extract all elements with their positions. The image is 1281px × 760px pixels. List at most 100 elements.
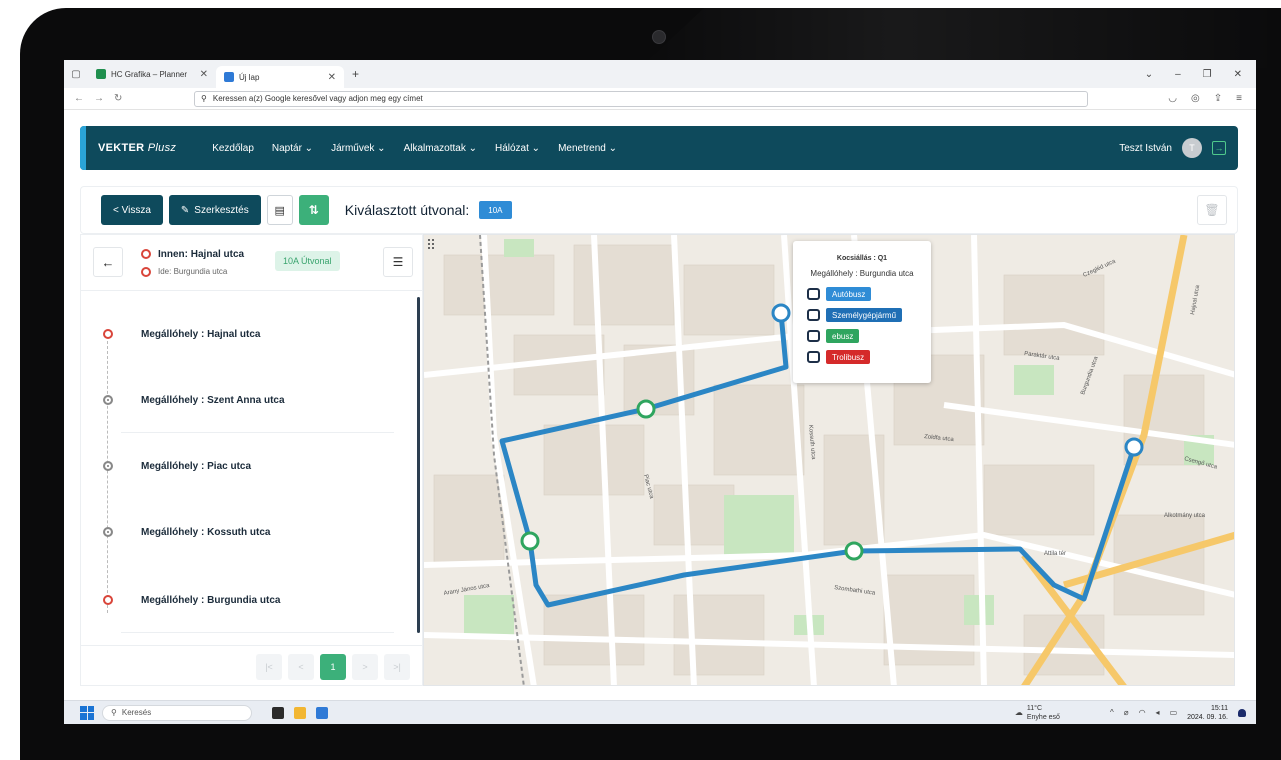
network-icon[interactable]: ⌀ — [1124, 708, 1129, 717]
chevron-down-icon[interactable]: ⌄ — [1145, 69, 1153, 80]
route-view-button[interactable]: ⇅ — [298, 195, 329, 225]
weather-desc: Enyhe eső — [1026, 713, 1060, 721]
delete-button[interactable]: 🗑 — [1197, 195, 1227, 225]
list-item[interactable]: Megállóhely : Piac utca — [81, 433, 406, 499]
close-icon[interactable]: ✕ — [200, 69, 208, 80]
route-map[interactable]: Piac utca Kossuth utca Paraktár utca Zol… — [423, 234, 1235, 686]
popup-title: Kocsiállás : Q1 — [836, 255, 888, 262]
screen: ▢ HC Grafika – Planner ✕ Új lap ✕ + ⌄ – … — [64, 60, 1256, 724]
user-area: Teszt István T → — [1119, 138, 1238, 158]
windows-start-icon[interactable] — [80, 705, 94, 720]
list-item[interactable]: Megállóhely : Burgundia utca — [81, 567, 406, 633]
stop-label: Megállóhely : Hajnal utca — [141, 328, 261, 340]
search-icon: ⚲ — [201, 94, 207, 103]
clock[interactable]: 15:11 2024. 09. 16. — [1187, 704, 1228, 722]
browser-tab-planner[interactable]: HC Grafika – Planner ✕ — [88, 63, 216, 85]
menu-item-timetable[interactable]: Menetrend ⌄ — [558, 143, 617, 154]
window-controls: ⌄ – ❐ ✕ — [1145, 69, 1256, 80]
back-button[interactable]: < Vissza — [101, 195, 163, 225]
arrow-left-icon: ← — [101, 254, 115, 270]
stop-marker-icon — [103, 395, 113, 405]
stop-list-scrollbar[interactable] — [417, 297, 420, 633]
battery-icon[interactable]: ▭ — [1170, 708, 1178, 717]
logo-bold: VEKTER — [98, 142, 145, 154]
filter-button[interactable]: ☰ — [383, 247, 413, 277]
weather-widget[interactable]: ☁ 11°C Enyhe eső — [1015, 704, 1060, 722]
street-label: Attila tér — [1044, 551, 1066, 557]
stand-popup: Kocsiállás : Q1 Megállóhely : Burgundia … — [793, 241, 931, 383]
stop-marker-icon — [103, 461, 113, 471]
pocket-icon[interactable]: ◡ — [1168, 93, 1177, 104]
list-item[interactable]: Megállóhely : Kossuth utca — [81, 499, 406, 565]
tab-list-icon[interactable]: ▢ — [64, 69, 88, 80]
wifi-icon[interactable]: ◠ — [1139, 708, 1146, 717]
trash-icon: 🗑 — [1204, 203, 1220, 217]
browser-tabbar: ▢ HC Grafika – Planner ✕ Új lap ✕ + ⌄ – … — [64, 60, 1256, 88]
hamburger-menu-icon[interactable]: ≡ — [1236, 93, 1242, 104]
logout-icon[interactable]: → — [1212, 141, 1226, 155]
menu-item-network[interactable]: Hálózat ⌄ — [495, 143, 540, 154]
document-list-icon: ▤ — [274, 204, 285, 217]
stop-label: Megállóhely : Kossuth utca — [141, 526, 271, 538]
navbar-accent — [80, 126, 86, 170]
list-view-button[interactable]: ▤ — [266, 195, 293, 225]
reload-icon[interactable]: ↻ — [114, 93, 122, 104]
user-name[interactable]: Teszt István — [1119, 143, 1172, 154]
selected-route-label: Kiválasztott útvonal: — [344, 202, 470, 218]
taskbar-search-input[interactable]: ⚲ Keresés — [102, 704, 252, 721]
vehicle-row: ebusz — [807, 329, 860, 343]
car-icon — [807, 309, 820, 321]
list-item[interactable]: Megállóhely : Szent Anna utca — [81, 367, 406, 433]
logo-light: Plusz — [147, 142, 177, 154]
route-badge: 10A — [479, 201, 512, 219]
file-explorer-icon[interactable] — [294, 706, 306, 719]
edit-button[interactable]: ✎ Szerkesztés — [168, 195, 261, 225]
task-view-icon[interactable] — [272, 706, 284, 719]
browser-addressbar: ← → ↻ ⚲ Keressen a(z) Google keresővel v… — [64, 88, 1256, 110]
back-arrow-icon[interactable]: ← — [74, 93, 84, 104]
panel-back-button[interactable]: ← — [93, 247, 123, 277]
edit-button-label: Szerkesztés — [194, 204, 249, 216]
extension-icon[interactable]: ◎ — [1191, 93, 1200, 104]
address-input[interactable]: ⚲ Keressen a(z) Google keresővel vagy ad… — [194, 90, 1088, 107]
restore-icon[interactable]: ❐ — [1203, 69, 1212, 80]
planner-favicon-icon — [96, 69, 106, 79]
volume-icon[interactable]: ◂ — [1156, 708, 1160, 717]
chevron-up-icon[interactable]: ^ — [1110, 708, 1114, 717]
tab-title: HC Grafika – Planner — [111, 69, 188, 79]
menu-item-home[interactable]: Kezdőlap — [212, 143, 254, 154]
browser-tab-new[interactable]: Új lap ✕ — [216, 66, 344, 88]
menu-item-vehicles[interactable]: Járművek ⌄ — [331, 143, 386, 154]
taskbar-search-text: Keresés — [121, 708, 152, 717]
stop-label: Megállóhely : Burgundia utca — [141, 594, 281, 606]
pagination: |< < 1 > >| — [81, 645, 424, 687]
app-logo[interactable]: VEKTER Plusz — [98, 142, 176, 154]
menu-item-employees[interactable]: Alkalmazottak ⌄ — [404, 143, 477, 154]
menu-item-calendar[interactable]: Naptár ⌄ — [272, 143, 313, 154]
os-taskbar: ⚲ Keresés ☁ 11°C Enyhe eső ^ ⌀ ◠ ◂ ▭ 15:… — [64, 700, 1256, 724]
pager-last-button[interactable]: >| — [384, 653, 410, 680]
vehicle-row: Autóbusz — [807, 287, 872, 301]
pager-page-button[interactable]: 1 — [320, 653, 346, 680]
clock-date: 2024. 09. 16. — [1187, 713, 1228, 721]
vehicle-tag: ebusz — [826, 329, 860, 343]
popup-subtitle: Megállóhely : Burgundia utca — [810, 269, 914, 278]
close-icon[interactable]: ✕ — [328, 72, 336, 83]
top-navbar: VEKTER Plusz Kezdőlap Naptár ⌄ Járművek … — [80, 126, 1238, 170]
notification-bell-icon[interactable] — [1238, 708, 1246, 717]
avatar[interactable]: T — [1182, 138, 1202, 158]
forward-arrow-icon[interactable]: → — [94, 93, 104, 104]
pager-next-button[interactable]: > — [352, 653, 378, 680]
pager-prev-button[interactable]: < — [288, 653, 314, 680]
route-icon: ⇅ — [308, 203, 319, 217]
stops-panel: ← Innen: Hajnal utca Ide: Burgundia utca… — [80, 234, 424, 687]
pager-first-button[interactable]: |< — [256, 653, 282, 680]
new-tab-button[interactable]: + — [344, 67, 367, 81]
minimize-icon[interactable]: – — [1175, 69, 1181, 80]
from-pin-icon — [141, 249, 151, 259]
stop-list: Megállóhely : Hajnal utca Megállóhely : … — [81, 291, 424, 641]
share-icon[interactable]: ⇪ — [1214, 93, 1222, 104]
close-window-icon[interactable]: ✕ — [1234, 69, 1242, 80]
browser-icon[interactable] — [316, 706, 328, 719]
list-item[interactable]: Megállóhely : Hajnal utca — [81, 301, 406, 367]
